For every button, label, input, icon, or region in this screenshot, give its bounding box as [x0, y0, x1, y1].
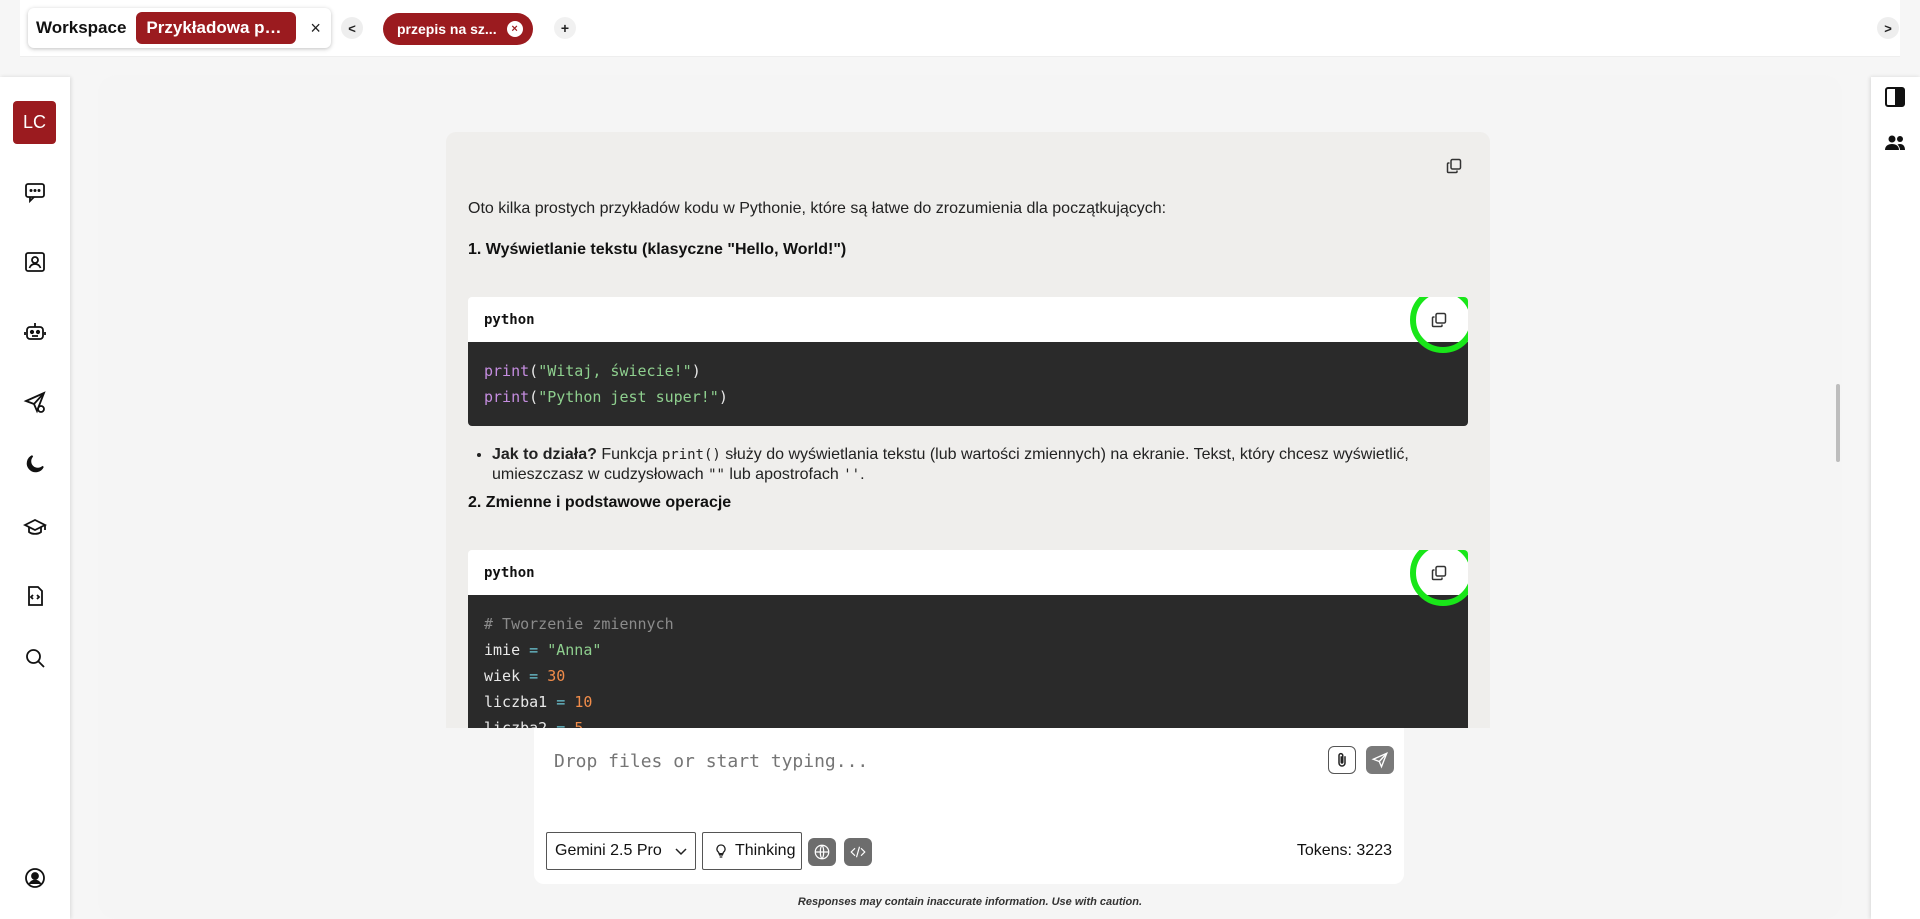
heading-2: 2. Zmienne i podstawowe operacje	[468, 494, 732, 511]
token-count: Tokens: 3223	[1296, 842, 1392, 859]
send-message-icon[interactable]	[1366, 746, 1394, 774]
bullet-text: .	[860, 466, 865, 483]
code-block-2: python # Tworzenie zmiennych imie = "Ann…	[468, 550, 1468, 728]
paperclip-icon[interactable]	[1328, 746, 1356, 774]
code-token: print	[484, 388, 530, 406]
scrollbar[interactable]	[1836, 384, 1840, 462]
chevron-down-icon	[675, 848, 687, 856]
code-lang-2: python	[484, 564, 535, 581]
workspace-tab[interactable]: Workspace Przykładowa prz... ×	[28, 8, 331, 48]
bullet-bold: Jak to działa?	[492, 446, 597, 463]
chat-icon[interactable]	[22, 179, 48, 205]
copy-message-icon[interactable]	[1446, 158, 1462, 179]
list-item: Jak to działa? Funkcja print() służy do …	[492, 445, 1448, 485]
code-lang-1: python	[484, 311, 535, 328]
contact-card-icon[interactable]	[22, 249, 48, 275]
user-icon[interactable]	[22, 865, 48, 891]
code-header-2: python	[468, 550, 1468, 606]
code-token: (	[529, 362, 539, 380]
globe-icon[interactable]	[808, 838, 836, 866]
chat-input-box: Gemini 2.5 Pro Thinking Tokens: 3223	[534, 728, 1404, 884]
chat-tab-label: przepis na sz...	[397, 21, 497, 37]
code-token: =	[556, 719, 566, 728]
code-icon[interactable]	[844, 838, 872, 866]
thinking-toggle[interactable]: Thinking	[702, 832, 802, 870]
robot-icon[interactable]	[22, 319, 48, 345]
lightbulb-icon	[716, 844, 726, 858]
workspace-chip[interactable]: Przykładowa prz...	[136, 12, 297, 44]
inline-code: ""	[708, 467, 725, 483]
code-file-icon[interactable]	[22, 583, 48, 609]
message-input[interactable]	[554, 746, 1294, 776]
disclaimer: Responses may contain inaccurate informa…	[797, 896, 1143, 908]
left-sidebar: LC	[0, 77, 70, 919]
bullet-text: lub apostrofach	[724, 466, 844, 483]
model-select-value: Gemini 2.5 Pro	[555, 842, 662, 859]
avatar[interactable]: LC	[13, 101, 56, 144]
inline-code: ''	[843, 467, 861, 483]
workspace-label: Workspace	[36, 18, 127, 37]
right-sidebar	[1871, 77, 1920, 919]
code-token: )	[691, 362, 701, 380]
workspace-close-button[interactable]: ×	[310, 18, 321, 39]
moon-icon[interactable]	[22, 451, 48, 477]
code-token: =	[556, 693, 566, 711]
message-intro: Oto kilka prostych przykładów kodu w Pyt…	[468, 200, 1167, 217]
graduation-cap-icon[interactable]	[22, 515, 48, 541]
code-token: "Witaj, świecie!"	[538, 362, 692, 380]
code-token: =	[529, 667, 539, 685]
panel-toggle-icon[interactable]	[1883, 85, 1909, 111]
chat-tab[interactable]: przepis na sz... ×	[383, 13, 533, 45]
code-token: 5	[574, 719, 584, 728]
code-token: "Anna"	[547, 641, 602, 659]
code-token: "Python jest super!"	[538, 388, 719, 406]
code-token: 10	[574, 693, 593, 711]
code-token: liczba2	[484, 719, 548, 728]
bullet-text: Funkcja	[596, 446, 662, 463]
chat-tab-close-button[interactable]: ×	[506, 21, 523, 37]
code-body-2: # Tworzenie zmiennych imie = "Anna" wiek…	[468, 595, 1468, 728]
search-icon[interactable]	[22, 645, 48, 671]
explanation-bullet: Jak to działa? Funkcja print() służy do …	[468, 445, 1448, 485]
users-icon[interactable]	[1883, 131, 1909, 157]
code-token: print	[484, 362, 530, 380]
code-token: liczba1	[484, 693, 548, 711]
code-token: 30	[547, 667, 566, 685]
code-token: )	[718, 388, 728, 406]
assistant-message: Oto kilka prostych przykładów kodu w Pyt…	[446, 132, 1490, 728]
code-comment: # Tworzenie zmiennych	[484, 615, 674, 633]
heading-1: 1. Wyświetlanie tekstu (klasyczne "Hello…	[468, 241, 847, 258]
model-select[interactable]: Gemini 2.5 Pro	[546, 832, 696, 870]
code-token: =	[529, 641, 539, 659]
code-block-1: python print("Witaj, świecie!") print("P…	[468, 297, 1468, 426]
code-token: wiek	[484, 667, 521, 685]
thinking-label: Thinking	[735, 842, 796, 859]
prev-tab-button[interactable]: <	[341, 17, 363, 39]
send-icon[interactable]	[22, 389, 48, 415]
add-tab-button[interactable]: +	[554, 17, 576, 39]
inline-code: print()	[661, 447, 721, 463]
code-header-1: python	[468, 297, 1468, 353]
code-body-1: print("Witaj, świecie!") print("Python j…	[468, 342, 1468, 426]
next-tab-button[interactable]: >	[1877, 17, 1899, 39]
top-tab-bar: Workspace Przykładowa prz... × < przepis…	[20, 0, 1900, 57]
code-token: (	[529, 388, 539, 406]
code-token: imie	[484, 641, 521, 659]
